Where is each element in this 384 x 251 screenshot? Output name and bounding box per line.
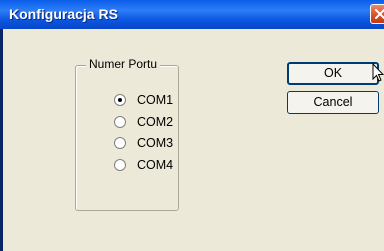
port-number-group-label: Numer Portu [86, 57, 161, 71]
radio-button[interactable] [114, 94, 126, 106]
radio-selected-dot [118, 98, 122, 102]
radio-label: COM3 [137, 136, 174, 150]
radio-button[interactable] [114, 159, 126, 171]
radio-com4[interactable]: COM4 [114, 157, 194, 173]
ok-button[interactable]: OK [287, 62, 379, 85]
cancel-button[interactable]: Cancel [287, 91, 379, 114]
radio-button[interactable] [114, 137, 126, 149]
radio-com1[interactable]: COM1 [114, 92, 194, 108]
radio-label: COM4 [137, 158, 174, 172]
title-bar[interactable]: Konfiguracja RS [0, 0, 384, 29]
close-icon [375, 9, 384, 19]
close-button[interactable] [370, 4, 384, 24]
radio-com2[interactable]: COM2 [114, 114, 194, 130]
dialog-window: Konfiguracja RS Numer Portu COM1 COM2 CO… [0, 0, 384, 251]
radio-com3[interactable]: COM3 [114, 135, 194, 151]
radio-label: COM2 [137, 115, 174, 129]
window-title: Konfiguracja RS [9, 6, 118, 22]
radio-label: COM1 [137, 93, 174, 107]
mouse-cursor-icon [372, 63, 384, 82]
radio-button[interactable] [114, 116, 126, 128]
